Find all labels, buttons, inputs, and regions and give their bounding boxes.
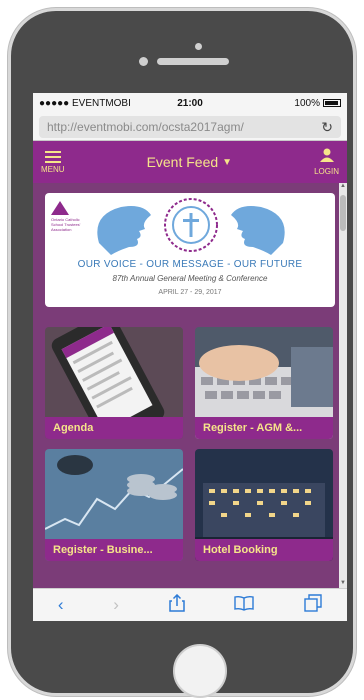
status-time: 21:00 xyxy=(177,97,203,109)
login-label: LOGIN xyxy=(314,167,339,176)
tile-label: Agenda xyxy=(45,417,183,439)
tile-label: Register - Busine... xyxy=(45,539,183,561)
bookmarks-icon[interactable] xyxy=(234,595,255,616)
feature-tiles: Agenda Register - AGM &... Register - Bu… xyxy=(45,327,335,561)
tile-label: Register - AGM &... xyxy=(195,417,333,439)
tile-hotel-booking[interactable]: Hotel Booking xyxy=(195,449,333,561)
browser-bottom-bar: ‹ › xyxy=(33,588,347,621)
phone-screen: ●●●●● EVENTMOBI 21:00 100% http://eventm… xyxy=(33,93,347,621)
banner-dates: APRIL 27 - 29, 2017 xyxy=(158,289,222,296)
share-icon[interactable] xyxy=(168,593,185,617)
menu-button[interactable]: MENU xyxy=(41,150,65,174)
battery-icon xyxy=(323,99,341,107)
hamburger-icon xyxy=(44,150,61,163)
tile-register-business[interactable]: Register - Busine... xyxy=(45,449,183,561)
logo-mark-icon xyxy=(51,201,69,215)
tile-register-agm[interactable]: Register - AGM &... xyxy=(195,327,333,439)
front-camera xyxy=(139,57,148,66)
page-title: Event Feed xyxy=(146,154,219,170)
banner-subtitle: 87th Annual General Meeting & Conference xyxy=(112,274,268,283)
conference-banner[interactable]: Ontario Catholic School Trustees' Associ… xyxy=(45,193,335,307)
earpiece-speaker xyxy=(157,58,229,65)
scroll-down-icon[interactable]: ▼ xyxy=(339,580,347,588)
page-scrollbar[interactable]: ▲ ▼ xyxy=(339,183,347,588)
browser-toolbar: http://eventmobi.com/ocsta2017agm/ ↻ xyxy=(33,113,347,141)
user-icon xyxy=(319,148,334,165)
banner-faces-art xyxy=(97,198,285,255)
login-button[interactable]: LOGIN xyxy=(314,148,339,176)
tabs-icon[interactable] xyxy=(304,593,322,617)
back-icon[interactable]: ‹ xyxy=(58,595,64,615)
banner-slogan: OUR VOICE - OUR MESSAGE - OUR FUTURE xyxy=(77,259,303,270)
home-button[interactable] xyxy=(173,644,227,698)
tile-label: Hotel Booking xyxy=(195,539,333,561)
caret-down-icon: ▼ xyxy=(222,156,233,168)
status-bar: ●●●●● EVENTMOBI 21:00 100% xyxy=(33,93,347,113)
menu-label: MENU xyxy=(41,164,65,174)
url-text[interactable]: http://eventmobi.com/ocsta2017agm/ xyxy=(47,120,321,134)
scroll-up-icon[interactable]: ▲ xyxy=(339,183,347,191)
tile-agenda[interactable]: Agenda xyxy=(45,327,183,439)
address-bar[interactable]: http://eventmobi.com/ocsta2017agm/ ↻ xyxy=(39,116,341,138)
forward-icon[interactable]: › xyxy=(113,595,119,615)
reload-icon[interactable]: ↻ xyxy=(321,119,333,136)
event-feed[interactable]: Ontario Catholic School Trustees' Associ… xyxy=(33,183,347,588)
front-sensor xyxy=(195,43,202,50)
scrollbar-thumb[interactable] xyxy=(340,195,346,231)
event-feed-dropdown[interactable]: Event Feed ▼ xyxy=(147,154,233,170)
app-header: MENU Event Feed ▼ LOGIN xyxy=(33,141,347,183)
